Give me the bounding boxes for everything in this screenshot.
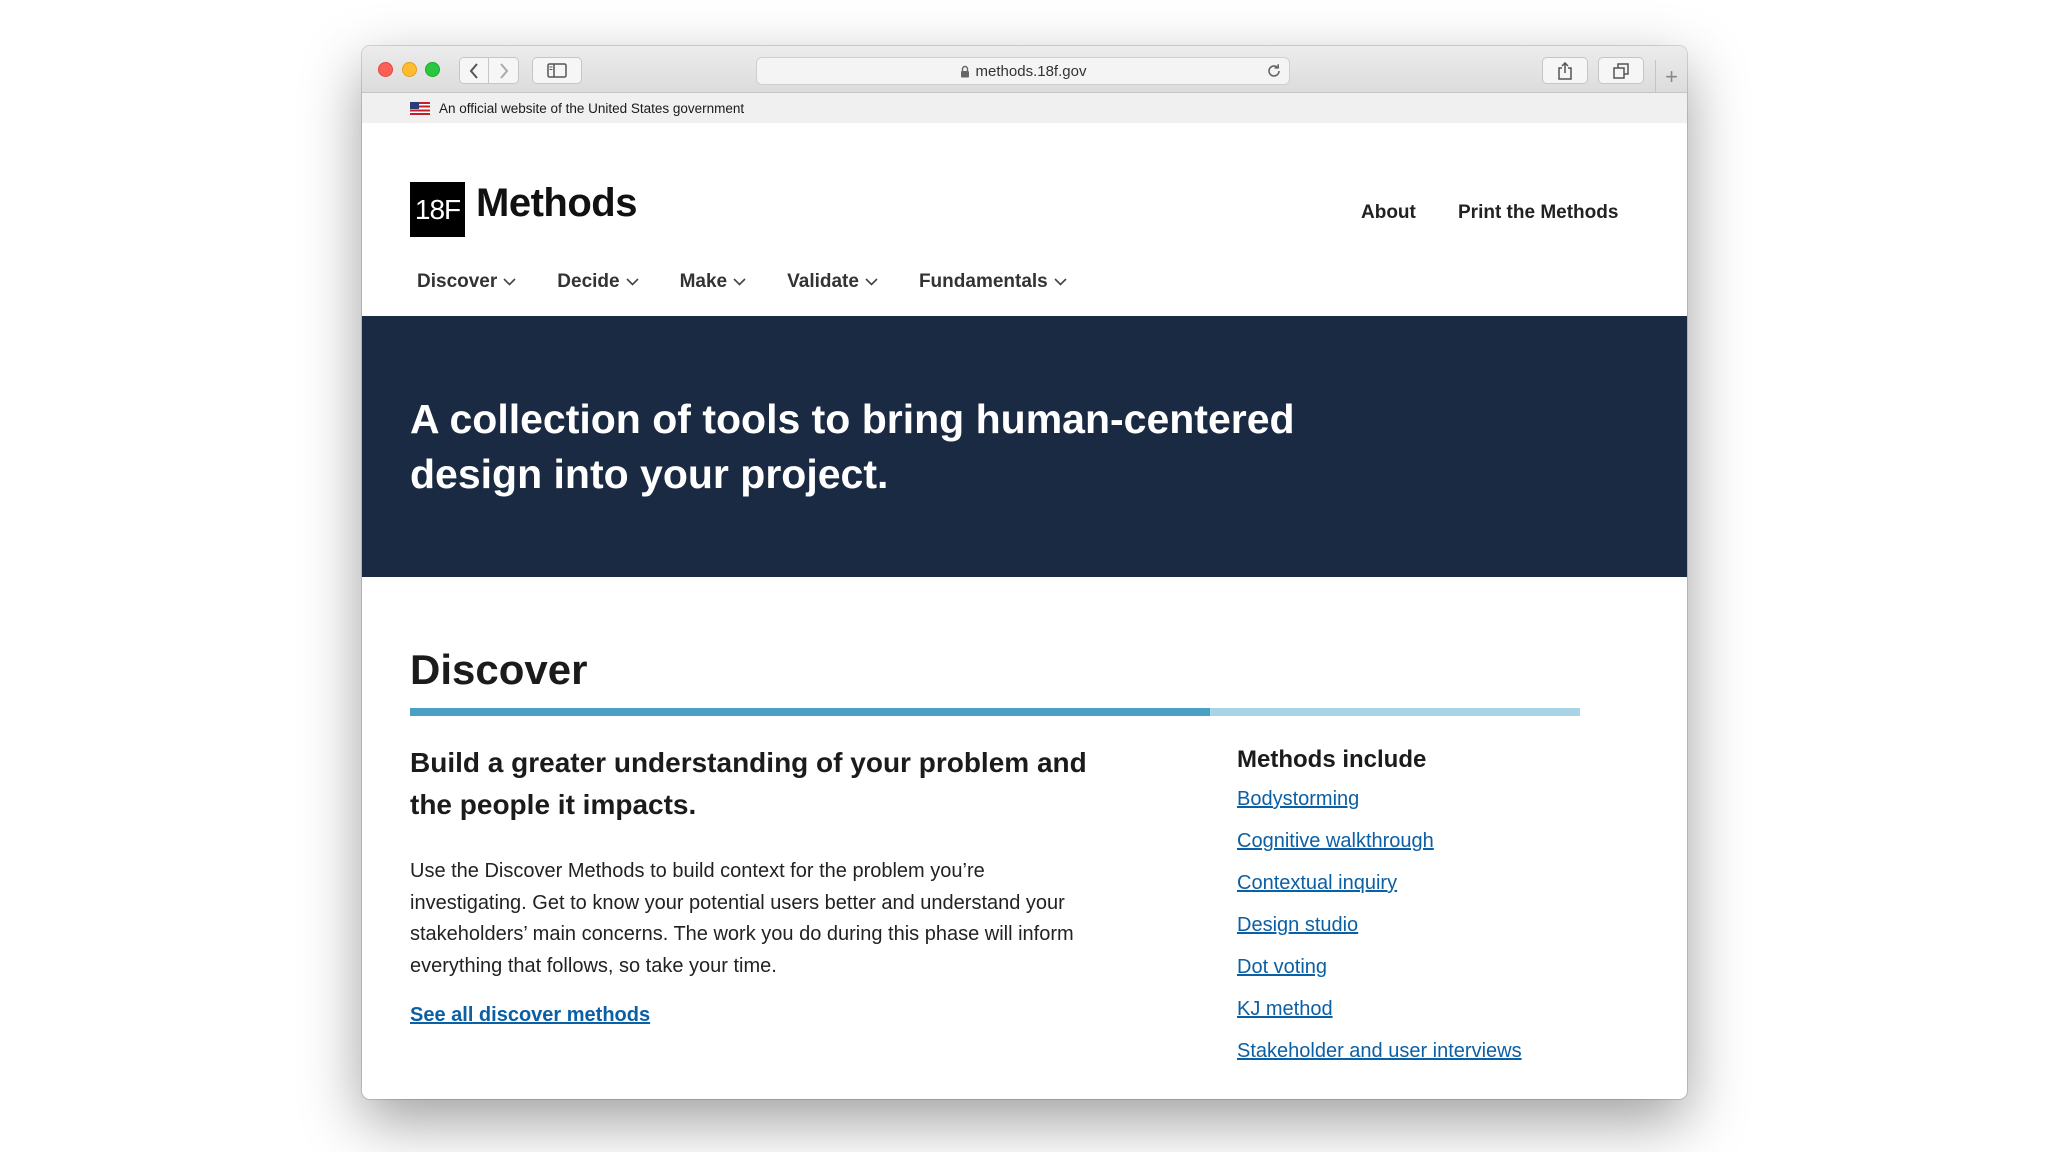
main-nav: Discover Decide Make Validate Fundamenta… [417,271,1108,293]
browser-toolbar: methods.18f.gov + [362,46,1687,93]
nav-label: Validate [787,271,859,292]
chevron-down-icon [865,278,878,286]
print-the-methods-link[interactable]: Print the Methods [1458,202,1618,224]
share-button[interactable] [1542,57,1588,84]
tabs-overview-icon [1613,62,1629,79]
list-item: Contextual inquiry [1237,872,1522,914]
gov-banner-text: An official website of the United States… [439,100,745,116]
method-link-design-studio[interactable]: Design studio [1237,914,1358,936]
nav-discover[interactable]: Discover [417,271,516,293]
methods-include-heading: Methods include [1237,746,1427,773]
nav-fundamentals[interactable]: Fundamentals [919,271,1067,293]
method-link-stakeholder-and-user-interviews[interactable]: Stakeholder and user interviews [1237,1040,1522,1062]
hero-banner: A collection of tools to bring human-cen… [362,316,1687,577]
us-flag-icon [410,101,430,115]
zoom-window-button[interactable] [425,62,440,77]
hero-heading: A collection of tools to bring human-cen… [410,396,1295,497]
see-all-discover-methods-link[interactable]: See all discover methods [410,1004,650,1027]
minimize-window-button[interactable] [402,62,417,77]
discover-lead: Build a greater understanding of your pr… [410,747,1087,820]
nav-label: Decide [557,271,620,292]
discover-description: Use the Discover Methods to build contex… [410,860,1074,977]
nav-label: Make [679,271,728,292]
method-link-contextual-inquiry[interactable]: Contextual inquiry [1237,872,1397,894]
close-window-button[interactable] [378,62,393,77]
methods-list: Bodystorming Cognitive walkthrough Conte… [1237,788,1522,1082]
sidebar-toggle-button[interactable] [532,57,582,84]
list-item: KJ method [1237,998,1522,1040]
method-link-dot-voting[interactable]: Dot voting [1237,956,1327,978]
phase-progress-fill [410,708,1211,716]
back-button[interactable] [459,57,489,84]
chevron-down-icon [733,278,746,286]
site-title[interactable]: Methods [476,181,637,226]
lock-icon [960,65,969,77]
new-tab-button[interactable]: + [1655,60,1687,93]
browser-window: methods.18f.gov + An official website of… [362,46,1687,1099]
list-item: Cognitive walkthrough [1237,830,1522,872]
logo-18f[interactable]: 18F [410,182,465,237]
share-icon [1558,61,1572,80]
plus-icon: + [1665,63,1678,89]
gov-banner: An official website of the United States… [362,93,1687,123]
method-link-kj-method[interactable]: KJ method [1237,998,1333,1020]
address-url: methods.18f.gov [975,62,1087,80]
chevron-right-icon [499,62,508,79]
phase-progress-bar [410,708,1580,716]
nav-decide[interactable]: Decide [557,271,639,293]
list-item: Bodystorming [1237,788,1522,830]
show-tabs-button[interactable] [1598,57,1644,84]
method-link-bodystorming[interactable]: Bodystorming [1237,788,1359,810]
address-bar[interactable]: methods.18f.gov [756,57,1290,85]
nav-label: Fundamentals [918,271,1048,292]
nav-make[interactable]: Make [680,271,747,293]
list-item: Stakeholder and user interviews [1237,1040,1522,1082]
reload-icon[interactable] [1265,62,1283,80]
nav-label: Discover [417,271,498,292]
list-item: Dot voting [1237,956,1522,998]
list-item: Design studio [1237,914,1522,956]
nav-validate[interactable]: Validate [787,271,878,293]
forward-button[interactable] [489,57,519,84]
method-link-cognitive-walkthrough[interactable]: Cognitive walkthrough [1237,830,1434,852]
chevron-down-icon [503,278,516,286]
chevron-down-icon [626,278,639,286]
chevron-left-icon [469,62,478,79]
logo-mark-text: 18F [414,193,461,225]
sidebar-icon [547,63,567,78]
discover-section-title: Discover [410,646,588,693]
chevron-down-icon [1054,278,1067,286]
site-header: 18F Methods About Print the Methods Disc… [362,123,1687,316]
about-link[interactable]: About [1361,202,1416,224]
